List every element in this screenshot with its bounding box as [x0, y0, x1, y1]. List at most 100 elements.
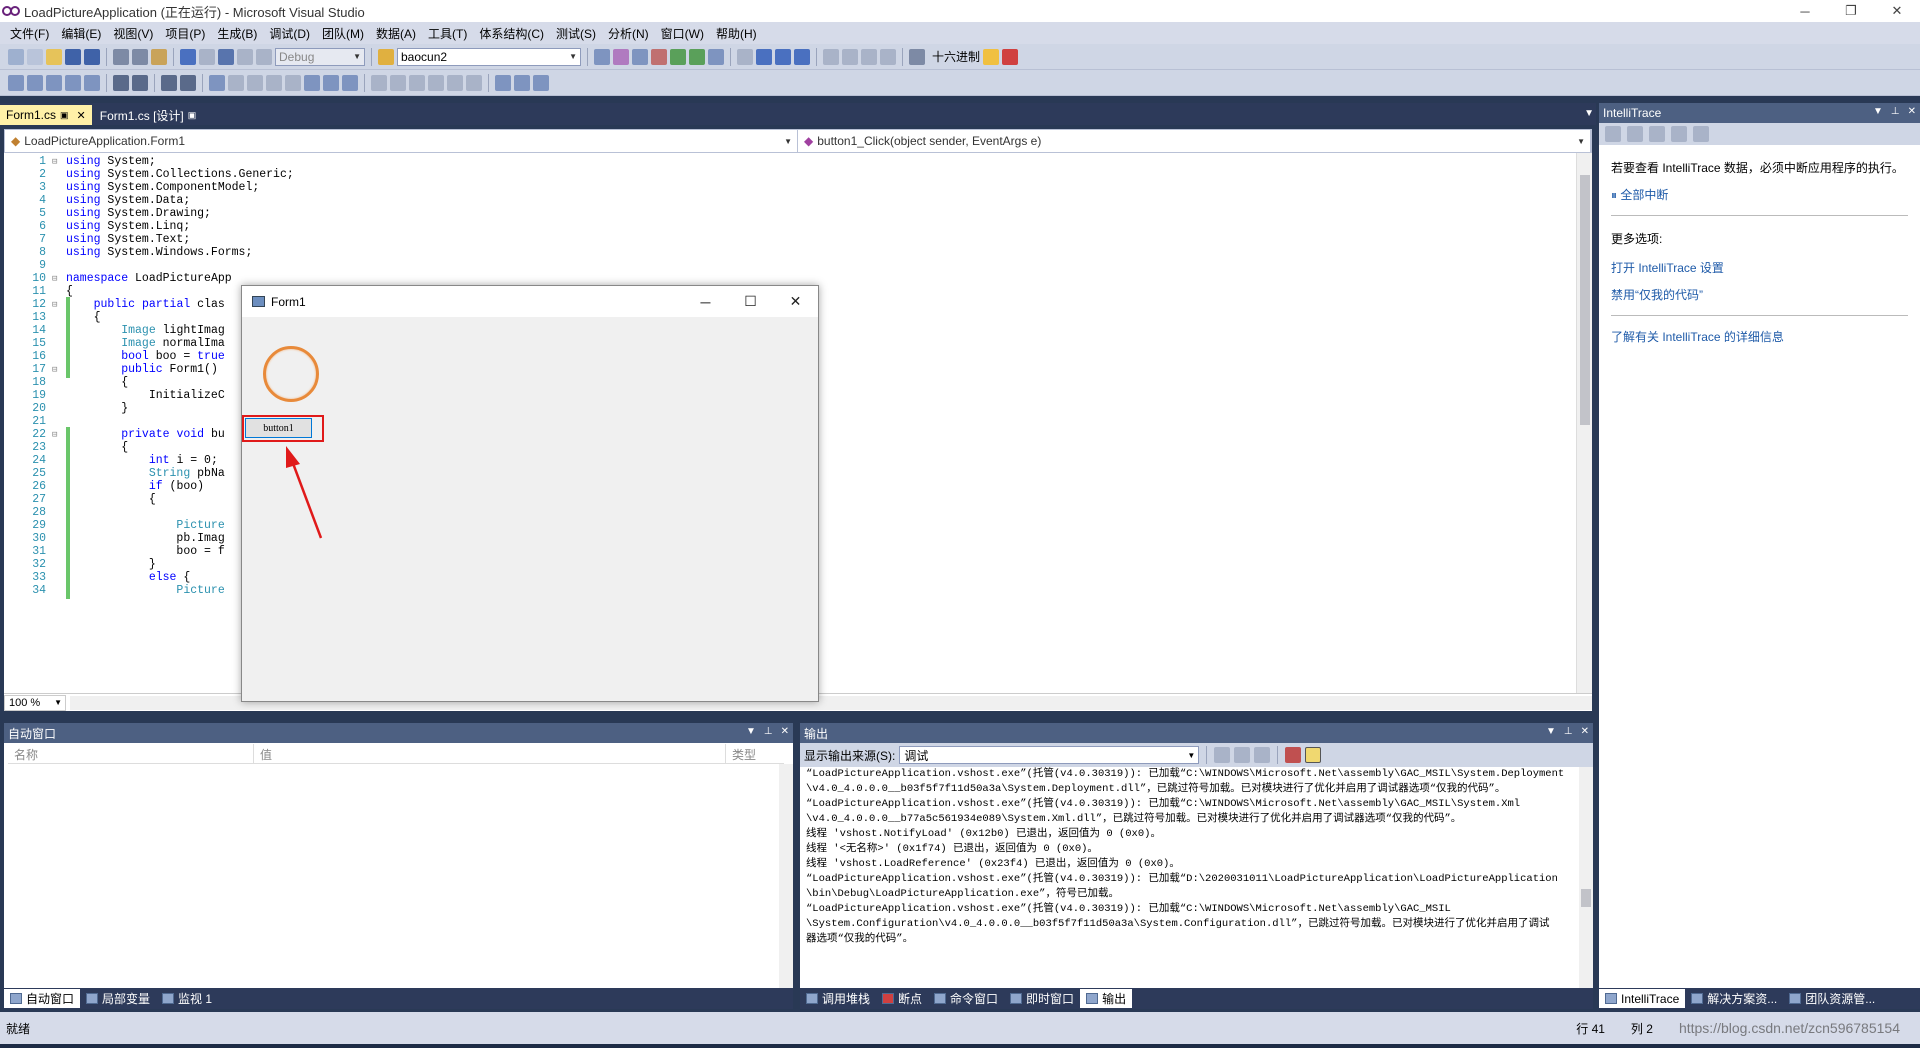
send-to-back-icon[interactable] — [466, 74, 482, 91]
output-source-select[interactable]: 调试 ▼ — [899, 746, 1200, 764]
pin-icon[interactable]: ⊥ — [1564, 726, 1573, 737]
tab-breakpoints[interactable]: 断点 — [876, 989, 928, 1008]
toolbox-icon[interactable] — [651, 48, 667, 65]
comment-icon[interactable] — [161, 74, 177, 91]
previous-bookmark-icon[interactable] — [228, 74, 244, 91]
intellitrace-save-icon[interactable] — [1693, 126, 1709, 142]
close-tab-button[interactable]: ✕ — [77, 109, 86, 122]
close-window-button[interactable]: ✕ — [1874, 0, 1920, 22]
save-all-icon[interactable] — [84, 48, 100, 65]
pin-icon[interactable]: ⊥ — [764, 726, 773, 737]
undo-icon[interactable] — [180, 48, 196, 65]
member-dropdown[interactable]: ◆ button1_Click(object sender, EventArgs… — [798, 130, 1591, 152]
menu-help[interactable]: 帮助(H) — [710, 25, 763, 42]
center-vertically-icon[interactable] — [428, 74, 444, 91]
center-horizontally-icon[interactable] — [409, 74, 425, 91]
button1[interactable]: button1 — [245, 418, 312, 438]
next-bookmark-icon[interactable] — [247, 74, 263, 91]
solution-configuration-select[interactable]: Debug ▼ — [275, 47, 365, 66]
start-debugging-icon[interactable] — [256, 48, 272, 65]
menu-test[interactable]: 测试(S) — [550, 25, 602, 42]
break-all-link[interactable]: ⏸ 全部中断 — [1611, 186, 1914, 203]
menu-view[interactable]: 视图(V) — [107, 25, 159, 42]
menu-debug[interactable]: 调试(D) — [263, 25, 316, 42]
bring-to-front-icon[interactable] — [447, 74, 463, 91]
solution-explorer-icon[interactable] — [594, 48, 610, 65]
intellitrace-events-icon[interactable] — [1605, 126, 1621, 142]
zoom-select[interactable]: 100 % ▼ — [4, 694, 66, 711]
copy-icon[interactable] — [132, 48, 148, 65]
find-in-files-icon[interactable] — [378, 48, 394, 65]
intellitrace-search-icon[interactable] — [1649, 126, 1665, 142]
close-pane-icon[interactable]: ✕ — [1581, 726, 1589, 737]
menu-edit[interactable]: 编辑(E) — [55, 25, 107, 42]
tab-autos[interactable]: 自动窗口 — [4, 989, 81, 1008]
menu-data[interactable]: 数据(A) — [370, 25, 422, 42]
menu-project[interactable]: 项目(P) — [159, 25, 211, 42]
hexadecimal-toggle[interactable]: 十六进制 — [932, 48, 980, 65]
align-tops-icon[interactable] — [84, 74, 100, 91]
align-centers-icon[interactable] — [46, 74, 62, 91]
menu-team[interactable]: 团队(M) — [316, 25, 370, 42]
close-pane-icon[interactable]: ✕ — [781, 726, 789, 737]
tab-watch1[interactable]: 监视 1 — [156, 989, 218, 1008]
menu-tools[interactable]: 工具(T) — [422, 25, 473, 42]
lock-controls-icon[interactable] — [514, 74, 530, 91]
menu-architecture[interactable]: 体系结构(C) — [473, 25, 550, 42]
column-name[interactable]: 名称 — [8, 744, 254, 763]
navigate-forward-icon[interactable] — [237, 48, 253, 65]
command-window-icon[interactable] — [708, 48, 724, 65]
extension-manager-icon[interactable] — [689, 48, 705, 65]
clear-bookmarks-icon[interactable] — [285, 74, 301, 91]
menu-file[interactable]: 文件(F) — [4, 25, 55, 42]
uncomment-icon[interactable] — [180, 74, 196, 91]
tab-form1-cs[interactable]: Form1.cs ▣ ✕ — [0, 105, 92, 125]
bookmark-icon[interactable] — [209, 74, 225, 91]
breakpoints-icon[interactable] — [1002, 48, 1019, 65]
autos-vertical-scrollbar[interactable] — [779, 764, 793, 988]
column-type[interactable]: 类型 — [726, 744, 784, 763]
tab-locals[interactable]: 局部变量 — [80, 989, 156, 1008]
form1-close-button[interactable]: ✕ — [773, 286, 818, 317]
make-same-height-icon[interactable] — [323, 74, 339, 91]
scrollbar-thumb[interactable] — [1580, 175, 1590, 425]
find-message-icon[interactable] — [1214, 747, 1231, 763]
properties-icon[interactable] — [613, 48, 629, 65]
format-selection-icon[interactable] — [533, 74, 549, 91]
form1-minimize-button[interactable]: ─ — [683, 286, 728, 317]
restore-button[interactable]: ❐ — [1828, 0, 1874, 22]
tab-order-icon[interactable] — [495, 74, 511, 91]
disable-just-my-code-link[interactable]: 禁用“仅我的代码” — [1611, 286, 1914, 303]
open-intellitrace-settings-link[interactable]: 打开 IntelliTrace 设置 — [1611, 259, 1914, 276]
object-browser-icon[interactable] — [632, 48, 648, 65]
highlight-icon[interactable] — [983, 48, 1000, 65]
tab-team-explorer[interactable]: 团队资源管... — [1783, 989, 1881, 1008]
tab-output[interactable]: 输出 — [1080, 989, 1133, 1008]
minimize-button[interactable]: ─ — [1782, 0, 1828, 22]
stop-debugging-icon[interactable] — [775, 48, 791, 65]
intellitrace-settings-icon[interactable] — [1671, 126, 1687, 142]
scrollbar-thumb[interactable] — [1581, 889, 1591, 907]
intellitrace-calls-icon[interactable] — [1627, 126, 1643, 142]
previous-message-icon[interactable] — [1234, 747, 1251, 763]
cut-icon[interactable] — [113, 48, 129, 65]
find-combo[interactable]: baocun2 ▼ — [397, 47, 581, 66]
quick-watch-icon[interactable] — [909, 48, 925, 65]
output-text[interactable]: “LoadPictureApplication.vshost.exe”(托管(v… — [806, 767, 1576, 985]
tab-list-dropdown-icon[interactable]: ▼ — [1584, 108, 1594, 119]
tab-call-stack[interactable]: 调用堆栈 — [800, 989, 876, 1008]
make-same-size-icon[interactable] — [342, 74, 358, 91]
tab-immediate-window[interactable]: 即时窗口 — [1004, 989, 1080, 1008]
restart-icon[interactable] — [794, 48, 810, 65]
column-value[interactable]: 值 — [254, 744, 726, 763]
new-project-icon[interactable] — [8, 48, 24, 65]
close-pane-icon[interactable]: ✕ — [1908, 106, 1916, 117]
clear-all-icon[interactable] — [1285, 747, 1302, 763]
tab-solution-explorer[interactable]: 解决方案资... — [1685, 989, 1783, 1008]
bookmark-folder-icon[interactable] — [266, 74, 282, 91]
open-file-icon[interactable] — [46, 48, 62, 65]
redo-icon[interactable] — [199, 48, 215, 65]
step-over-icon[interactable] — [861, 48, 877, 65]
add-item-icon[interactable] — [27, 48, 43, 65]
menu-analyze[interactable]: 分析(N) — [602, 25, 655, 42]
